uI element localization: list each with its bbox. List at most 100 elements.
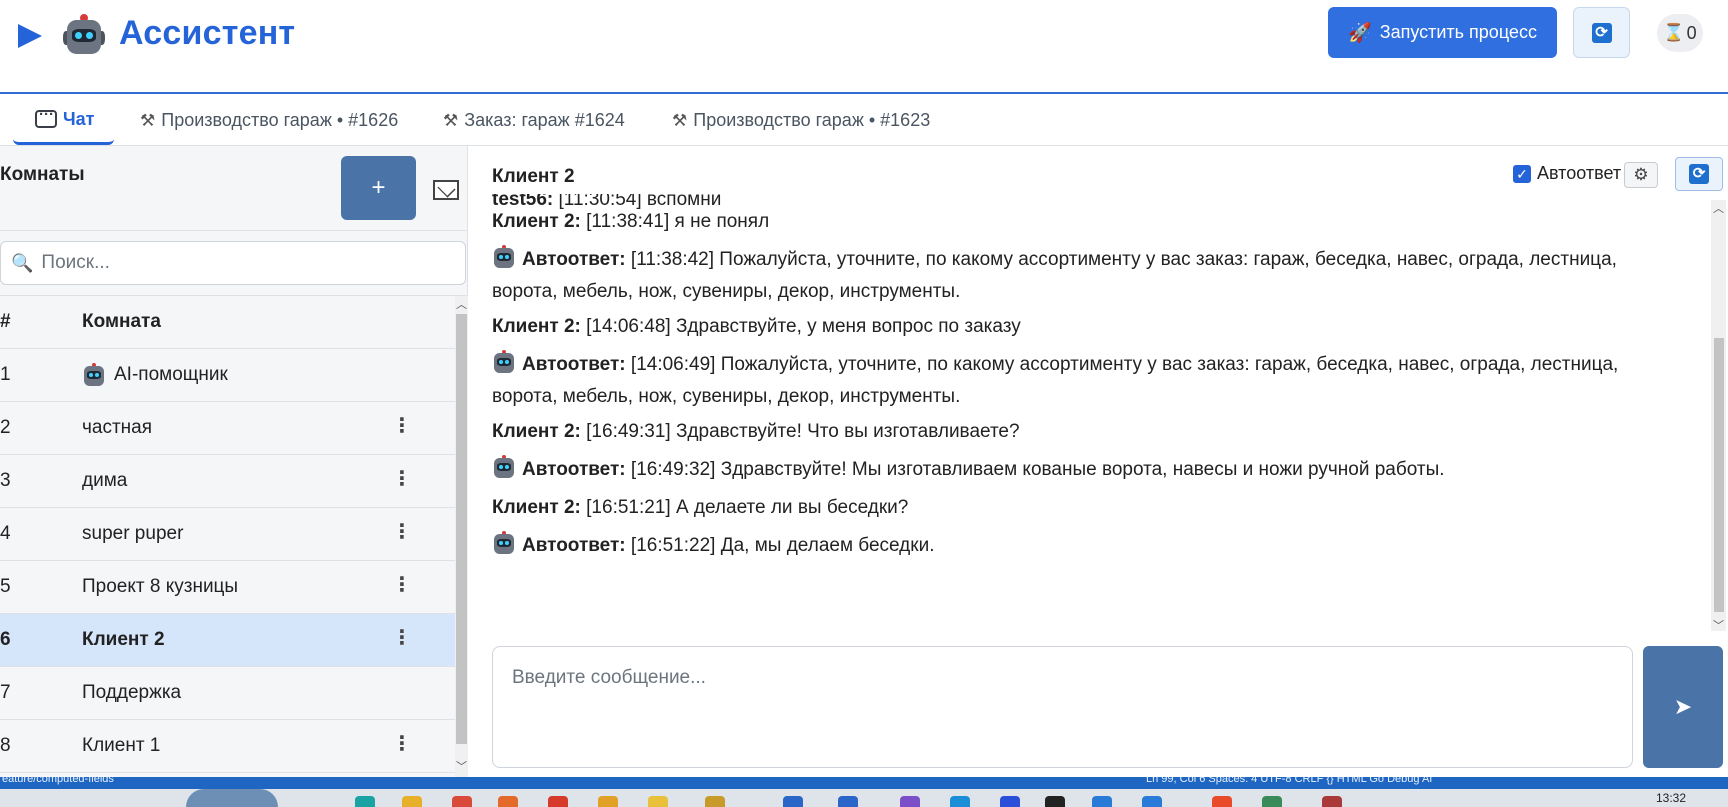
scroll-thumb[interactable] [456, 314, 467, 744]
room-name: дима [82, 470, 128, 491]
table-row[interactable]: 8 Клиент 1 ⋮ [0, 720, 455, 773]
play-icon[interactable] [18, 24, 42, 48]
send-icon: ➤ [1673, 694, 1693, 719]
status-branch[interactable]: eature/computed-fields [2, 777, 114, 785]
message-text: [16:51:21] А делаете ли вы беседки? [586, 497, 909, 518]
autoreply-label: Автоответ [1537, 163, 1622, 183]
search-icon: 🔍 [11, 252, 34, 273]
table-row[interactable]: 7 Поддержка [0, 667, 455, 720]
app-icon[interactable] [1212, 796, 1232, 807]
kebab-menu-icon[interactable]: ⋮ [392, 522, 412, 542]
scroll-up-icon[interactable]: ︿ [1713, 200, 1724, 216]
app-icon[interactable] [452, 796, 472, 807]
send-button[interactable]: ➤ [1643, 646, 1723, 768]
chat-message: Клиент 2: [14:06:48] Здравствуйте, у мен… [492, 311, 1692, 343]
app-icon[interactable] [1000, 796, 1020, 807]
tab-production-1626-label: Производство гараж • #1626 [161, 110, 399, 130]
scroll-down-icon[interactable]: ﹀ [1713, 617, 1724, 633]
robot-icon [492, 350, 516, 374]
column-header-room: Комната [82, 311, 161, 332]
search-box: 🔍 [0, 241, 466, 285]
add-room-button[interactable]: + [341, 156, 416, 220]
os-taskbar: 13:32 [0, 789, 1728, 807]
mail-icon[interactable] [433, 180, 459, 200]
chat-icon [35, 106, 57, 128]
table-row[interactable]: 4 super puper ⋮ [0, 508, 455, 561]
room-number: 5 [0, 576, 11, 597]
room-name: AI-помощник [114, 364, 228, 385]
table-row[interactable]: 2 частная ⋮ [0, 402, 455, 455]
tab-order-1624[interactable]: ⚒ Заказ: гараж #1624 [443, 96, 625, 145]
rooms-scrollbar[interactable]: ︿ ﹀ [455, 296, 468, 777]
autoreply-toggle[interactable]: ✓ Автоответ [1513, 163, 1621, 184]
app-icon[interactable] [783, 796, 803, 807]
message-composer [492, 646, 1633, 768]
message-text: [16:49:31] Здравствуйте! Что вы изготавл… [586, 421, 1020, 442]
chat-message: Клиент 2: [11:38:41] я не понял [492, 206, 1692, 238]
app-icon[interactable] [598, 796, 618, 807]
column-header-number: # [0, 311, 11, 332]
kebab-menu-icon[interactable]: ⋮ [392, 469, 412, 489]
app-icon[interactable] [548, 796, 568, 807]
refresh-icon: ⟳ [1689, 164, 1709, 184]
rooms-table: # Комната 1 AI-помощник 2 частная ⋮ 3 ди… [0, 296, 455, 773]
app-icon[interactable] [900, 796, 920, 807]
app-header: Ассистент 🚀 Запустить процесс ⟳ ⌛ 0 [0, 0, 1728, 94]
hourglass-icon: ⌛ [1663, 23, 1685, 42]
room-number: 8 [0, 735, 11, 756]
scroll-up-icon[interactable]: ︿ [456, 296, 467, 312]
refresh-chat-button[interactable]: ⟳ [1675, 157, 1723, 191]
app-icon[interactable] [1262, 796, 1282, 807]
tab-production-1623[interactable]: ⚒ Производство гараж • #1623 [672, 96, 930, 145]
scroll-thumb[interactable] [1714, 338, 1724, 612]
room-number: 7 [0, 682, 11, 703]
refresh-button[interactable]: ⟳ [1573, 7, 1630, 58]
taskbar-clock: 13:32 [1656, 791, 1687, 805]
rooms-table-header: # Комната [0, 296, 455, 349]
tab-production-1626[interactable]: ⚒ Производство гараж • #1626 [140, 96, 398, 145]
message-author: Клиент 2: [492, 316, 581, 337]
table-row[interactable]: 5 Проект 8 кузницы ⋮ [0, 561, 455, 614]
search-input[interactable] [41, 252, 442, 274]
message-text-continued: ворота, мебель, нож, сувениры, декор, ин… [492, 281, 961, 302]
tab-chat[interactable]: Чат [13, 96, 114, 145]
message-text: [16:49:32] Здравствуйте! Мы изготавливае… [630, 459, 1445, 480]
app-title: Ассистент [119, 14, 296, 52]
pending-tasks-badge[interactable]: ⌛ 0 [1657, 14, 1703, 52]
scroll-down-icon[interactable]: ﹀ [456, 758, 467, 774]
autoreply-settings-button[interactable]: ⚙ [1624, 162, 1658, 188]
chat-message: Клиент 2: [16:49:31] Здравствуйте! Что в… [492, 416, 1692, 448]
desktop-thumbnail[interactable] [186, 789, 278, 807]
tab-chat-label: Чат [63, 108, 95, 129]
app-icon[interactable] [838, 796, 858, 807]
kebab-menu-icon[interactable]: ⋮ [392, 575, 412, 595]
room-number: 4 [0, 523, 11, 544]
messages-scrollbar[interactable]: ︿ ﹀ [1711, 200, 1726, 633]
table-row[interactable]: 3 дима ⋮ [0, 455, 455, 508]
message-input[interactable] [512, 667, 1613, 689]
launch-process-button[interactable]: 🚀 Запустить процесс [1328, 7, 1557, 58]
status-info[interactable]: Ln 99, Col 6 Spaces: 4 UTF-8 CRLF {} HTM… [1146, 777, 1432, 785]
app-icon[interactable] [1045, 796, 1065, 807]
app-icon[interactable] [950, 796, 970, 807]
kebab-menu-icon[interactable]: ⋮ [392, 628, 412, 648]
table-row-selected[interactable]: 6 Клиент 2 ⋮ [0, 614, 455, 667]
kebab-menu-icon[interactable]: ⋮ [392, 416, 412, 436]
app-icon[interactable] [355, 796, 375, 807]
app-icon[interactable] [705, 796, 725, 807]
room-number: 2 [0, 417, 11, 438]
app-icon[interactable] [1092, 796, 1112, 807]
autoreply-checkbox[interactable]: ✓ [1513, 164, 1531, 183]
room-name: частная [82, 417, 153, 438]
app-icon[interactable] [1322, 796, 1342, 807]
robot-icon [492, 531, 516, 555]
app-icon[interactable] [1142, 796, 1162, 807]
room-number: 6 [0, 629, 11, 650]
app-icon[interactable] [648, 796, 668, 807]
folder-icon[interactable] [402, 796, 422, 807]
chat-message: Автоответ: [16:49:32] Здравствуйте! Мы и… [492, 454, 1692, 486]
room-number: 1 [0, 364, 11, 385]
kebab-menu-icon[interactable]: ⋮ [392, 734, 412, 754]
app-icon[interactable] [498, 796, 518, 807]
table-row[interactable]: 1 AI-помощник [0, 349, 455, 402]
